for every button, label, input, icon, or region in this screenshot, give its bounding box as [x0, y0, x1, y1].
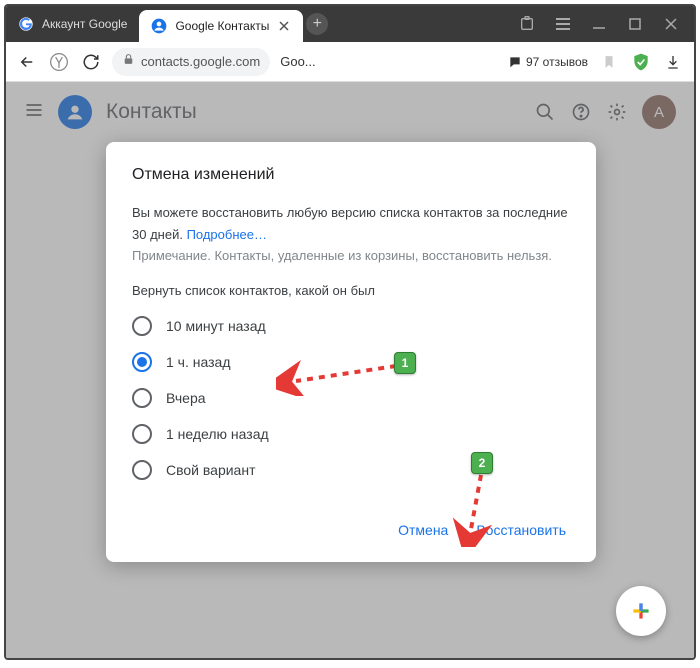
radio-icon: [132, 460, 152, 480]
titlebar: Аккаунт Google Google Контакты +: [6, 6, 694, 42]
tab-google-account[interactable]: Аккаунт Google: [6, 6, 139, 42]
tab-google-contacts[interactable]: Google Контакты: [139, 10, 303, 42]
radio-icon: [132, 316, 152, 336]
radio-1-week[interactable]: 1 неделю назад: [132, 420, 570, 448]
learn-more-link[interactable]: Подробнее…: [187, 227, 267, 242]
contacts-favicon: [151, 18, 167, 34]
minimize-icon[interactable]: [590, 15, 608, 33]
tab-label: Google Контакты: [175, 19, 269, 33]
radio-icon: [132, 352, 152, 372]
extensions-icon[interactable]: [518, 15, 536, 33]
dialog-title: Отмена изменений: [132, 166, 570, 184]
maximize-icon[interactable]: [626, 15, 644, 33]
menu-icon[interactable]: [554, 15, 572, 33]
radio-label: 1 ч. назад: [166, 354, 230, 370]
dialog-description: Вы можете восстановить любую версию спис…: [132, 202, 570, 246]
radio-icon: [132, 388, 152, 408]
cancel-button[interactable]: Отмена: [394, 516, 452, 544]
reload-icon[interactable]: [80, 51, 102, 73]
app-area: Контакты A Отмена изменений Вы можете во…: [6, 82, 694, 658]
url-text: contacts.google.com: [141, 54, 260, 69]
tab-label: Аккаунт Google: [42, 17, 127, 31]
close-icon[interactable]: [277, 19, 291, 33]
annotation-arrow-2: [451, 467, 511, 547]
radio-label: Вчера: [166, 390, 206, 406]
address-bar: contacts.google.com Goo... 97 отзывов: [6, 42, 694, 82]
radio-icon: [132, 424, 152, 444]
back-icon[interactable]: [16, 51, 38, 73]
radio-label: Свой вариант: [166, 462, 256, 478]
radio-group: 10 минут назад 1 ч. назад Вчера 1 неделю…: [132, 312, 570, 484]
browser-window: Аккаунт Google Google Контакты +: [4, 4, 696, 660]
url-box[interactable]: contacts.google.com: [112, 48, 270, 76]
new-tab-button[interactable]: +: [303, 6, 331, 42]
annotation-badge-1: 1: [394, 352, 416, 374]
undo-changes-dialog: Отмена изменений Вы можете восстановить …: [106, 142, 596, 562]
radio-10-min[interactable]: 10 минут назад: [132, 312, 570, 340]
radio-label: 1 неделю назад: [166, 426, 269, 442]
reviews-badge[interactable]: 97 отзывов: [508, 55, 588, 69]
close-window-icon[interactable]: [662, 15, 680, 33]
radio-label: 10 минут назад: [166, 318, 266, 334]
reviews-text: 97 отзывов: [526, 55, 588, 69]
shield-icon[interactable]: [630, 51, 652, 73]
annotation-badge-2: 2: [471, 452, 493, 474]
add-contact-fab[interactable]: [616, 586, 666, 636]
url-extra: Goo...: [280, 54, 315, 69]
annotation-arrow-1: [276, 356, 406, 396]
yandex-icon[interactable]: [48, 51, 70, 73]
dialog-prompt: Вернуть список контактов, какой он был: [132, 283, 570, 298]
window-controls: [504, 6, 694, 42]
google-favicon: [18, 16, 34, 32]
lock-icon: [122, 53, 135, 71]
dialog-note: Примечание. Контакты, удаленные из корзи…: [132, 248, 570, 263]
download-icon[interactable]: [662, 51, 684, 73]
bookmark-icon[interactable]: [598, 51, 620, 73]
